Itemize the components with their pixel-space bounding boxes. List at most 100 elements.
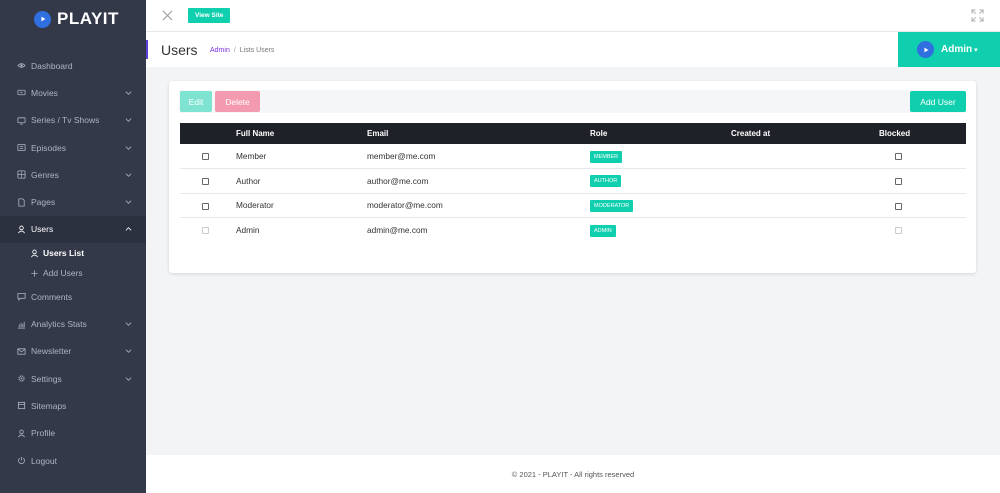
header-accent-bar — [146, 40, 148, 59]
admin-menu-button[interactable]: Admin ▾ — [898, 32, 1000, 67]
breadcrumb-separator: / — [233, 47, 236, 54]
role-badge: MEMBER — [590, 150, 623, 163]
table-row[interactable]: Member member@me.com MEMBER — [180, 144, 966, 169]
cell-created-at — [731, 169, 879, 194]
header-blocked[interactable]: Blocked — [879, 123, 966, 144]
breadcrumb: Admin / Lists Users — [210, 47, 274, 54]
table-header-row: Full Name Email Role Created at Blocked — [180, 123, 966, 144]
sidebar-item-newsletter[interactable]: Newsletter — [0, 338, 146, 365]
sidebar-menu: Dashboard Movies Series / Tv Shows Episodes… — [0, 52, 146, 474]
view-site-button[interactable]: View Site — [188, 8, 231, 23]
cell-created-at — [731, 193, 879, 218]
sidebar-item-comments[interactable]: Comments — [0, 283, 146, 310]
table-row[interactable]: Moderator moderator@me.com MODERATOR — [180, 193, 966, 218]
play-icon — [34, 10, 51, 28]
row-select-checkbox[interactable] — [202, 202, 209, 210]
cell-created-at — [731, 218, 879, 243]
chevron-down-icon — [125, 118, 132, 123]
delete-button[interactable]: Delete — [215, 91, 260, 112]
row-select-checkbox[interactable] — [202, 153, 209, 161]
cell-full-name: Author — [236, 175, 261, 186]
breadcrumb-admin-link[interactable]: Admin — [210, 47, 230, 54]
chevron-down-icon — [125, 145, 132, 150]
topbar: View Site — [146, 0, 1000, 32]
add-user-button[interactable]: Add User — [910, 91, 966, 112]
close-icon[interactable] — [162, 10, 173, 21]
header-created-at[interactable]: Created at — [731, 123, 879, 144]
header-select — [180, 123, 236, 144]
blocked-checkbox — [895, 227, 902, 235]
sidebar-item-label: Genres — [31, 169, 59, 180]
pages-icon — [17, 198, 26, 207]
page-title: Users — [161, 42, 198, 58]
chevron-down-icon — [125, 349, 132, 354]
sidebar-item-logout[interactable]: Logout — [0, 447, 146, 474]
chart-icon — [17, 320, 26, 329]
footer-text: © 2021 - PLAYIT - All rights reserved — [511, 469, 635, 479]
chevron-down-icon — [125, 91, 132, 95]
sidebar-item-sitemaps[interactable]: Sitemaps — [0, 392, 146, 419]
sidebar-item-analytics[interactable]: Analytics Stats — [0, 310, 146, 337]
logo[interactable]: PLAYIT — [0, 0, 146, 38]
mail-icon — [17, 347, 26, 356]
table-row[interactable]: Admin admin@me.com ADMIN — [180, 218, 966, 243]
episodes-icon — [17, 143, 26, 152]
cell-created-at — [731, 144, 879, 169]
chevron-down-icon — [125, 173, 132, 177]
logo-text: PLAYIT — [57, 9, 119, 28]
sidebar-item-episodes[interactable]: Episodes — [0, 134, 146, 161]
table-row[interactable]: Author author@me.com AUTHOR — [180, 169, 966, 194]
sidebar-item-label: Episodes — [31, 142, 66, 153]
plus-icon — [30, 269, 39, 278]
sidebar-item-users[interactable]: Users — [0, 215, 146, 244]
row-select-checkbox — [202, 227, 209, 235]
chevron-down-icon — [125, 322, 132, 326]
sitemap-icon — [17, 401, 26, 410]
sidebar-item-label: Users — [31, 224, 54, 235]
chevron-down-icon — [125, 200, 132, 204]
sidebar-item-label: Newsletter — [31, 346, 72, 357]
sidebar-item-profile[interactable]: Profile — [0, 420, 146, 447]
tv-icon — [17, 116, 26, 125]
header-role[interactable]: Role — [590, 123, 731, 144]
sidebar-item-genres[interactable]: Genres — [0, 161, 146, 188]
page-header: Users Admin / Lists Users Admin ▾ — [146, 32, 1000, 67]
row-select-checkbox[interactable] — [202, 178, 209, 186]
blocked-checkbox[interactable] — [895, 202, 902, 210]
power-icon — [17, 456, 26, 465]
sidebar-item-label: Sitemaps — [31, 400, 67, 411]
sidebar-item-movies[interactable]: Movies — [0, 79, 146, 106]
submenu-users-list[interactable]: Users List — [0, 243, 146, 263]
user-icon — [17, 225, 26, 234]
submenu-label: Add Users — [43, 268, 83, 279]
genres-icon — [17, 170, 26, 179]
blocked-checkbox[interactable] — [895, 178, 902, 186]
role-badge: AUTHOR — [590, 175, 622, 188]
fullscreen-icon[interactable] — [971, 9, 984, 22]
cell-email: member@me.com — [367, 151, 436, 161]
role-badge: ADMIN — [590, 224, 616, 237]
edit-button[interactable]: Edit — [180, 91, 212, 112]
sidebar-item-label: Movies — [31, 87, 58, 98]
gear-icon — [17, 374, 26, 383]
eye-icon — [17, 61, 26, 70]
sidebar-item-dashboard[interactable]: Dashboard — [0, 52, 146, 79]
submenu-add-users[interactable]: Add Users — [0, 263, 146, 283]
header-email[interactable]: Email — [367, 123, 590, 144]
blocked-checkbox[interactable] — [895, 153, 902, 161]
breadcrumb-current: Lists Users — [239, 47, 275, 54]
sidebar-item-label: Pages — [31, 197, 56, 208]
sidebar-item-label: Dashboard — [31, 60, 73, 71]
sidebar-item-label: Analytics Stats — [31, 319, 87, 330]
sidebar-item-pages[interactable]: Pages — [0, 188, 146, 215]
sidebar-item-series[interactable]: Series / Tv Shows — [0, 107, 146, 134]
sidebar-item-settings[interactable]: Settings — [0, 365, 146, 392]
users-table: Full Name Email Role Created at Blocked … — [180, 123, 966, 242]
users-card: Edit Delete Add User Full Name Email Rol… — [169, 81, 976, 273]
sidebar-item-label: Profile — [31, 428, 56, 439]
film-icon — [17, 88, 26, 97]
cell-email: author@me.com — [367, 175, 429, 186]
sidebar-item-label: Comments — [31, 291, 73, 302]
header-full-name[interactable]: Full Name — [236, 123, 367, 144]
role-badge: MODERATOR — [590, 199, 634, 212]
